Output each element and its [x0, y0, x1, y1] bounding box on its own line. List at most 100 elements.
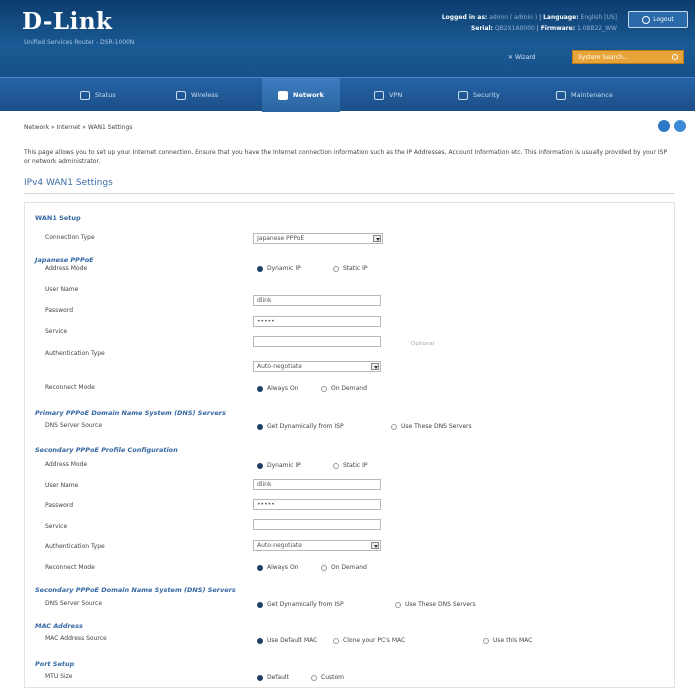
secondary-password-input[interactable]: •••••	[253, 499, 381, 510]
nav-vpn[interactable]: VPN	[374, 78, 402, 112]
radio-label: On Demand	[331, 385, 367, 392]
service-optional-hint: Optional	[411, 341, 435, 347]
auth-type-select[interactable]: Auto-negotiate	[253, 361, 381, 372]
mtu-custom-radio[interactable]: Custom	[311, 674, 344, 681]
nav-status[interactable]: Status	[80, 78, 116, 112]
radio-label: Use Default MAC	[267, 637, 318, 644]
wizard-label: Wizard	[514, 54, 536, 61]
connection-type-select[interactable]: Japanese PPPoE	[253, 233, 383, 244]
search-icon[interactable]	[672, 54, 678, 60]
reconnect-on-demand-radio[interactable]: On Demand	[321, 385, 367, 392]
secondary-profile-heading: Secondary PPPoE Profile Configuration	[35, 446, 178, 454]
firmware-value: 1.08B22_WW	[577, 25, 617, 32]
mtu-default-radio[interactable]: Default	[257, 674, 289, 681]
logged-in-label: Logged in as:	[441, 14, 488, 21]
main-nav: Status Wireless Network VPN Security Mai…	[0, 77, 695, 112]
help-icons	[658, 120, 686, 132]
breadcrumb[interactable]: Network » Internet » WAN1 Settings	[24, 124, 132, 131]
auth-type-value: Auto-negotiate	[257, 363, 302, 370]
page-intro: This page allows you to set up your Inte…	[24, 149, 668, 165]
search-placeholder: System Search...	[578, 54, 629, 61]
mac-custom-radio[interactable]: Use this MAC	[483, 637, 532, 644]
radio-selected-icon	[257, 637, 263, 644]
nav-wireless[interactable]: Wireless	[176, 78, 218, 112]
radio-unselected-icon	[321, 385, 327, 392]
secondary-auth-type-label: Authentication Type	[45, 543, 105, 550]
secondary-dynamic-radio[interactable]: Dynamic IP	[257, 462, 301, 469]
gear-icon	[556, 90, 566, 100]
radio-selected-icon	[257, 385, 263, 392]
reconnect-mode-label: Reconnect Mode	[45, 384, 95, 391]
service-input[interactable]	[253, 336, 381, 347]
radio-selected-icon	[257, 265, 263, 272]
secondary-service-label: Service	[45, 523, 68, 530]
wizard-link[interactable]: ✕ Wizard	[508, 54, 535, 61]
primary-dns-heading: Primary PPPoE Domain Name System (DNS) S…	[35, 409, 226, 417]
user-name-input[interactable]: dlink	[253, 295, 381, 306]
power-icon	[642, 15, 651, 24]
nav-security[interactable]: Security	[458, 78, 500, 112]
radio-label: Get Dynamically from ISP	[267, 423, 344, 430]
language-selector[interactable]: English [US]	[581, 14, 617, 21]
secondary-service-input[interactable]	[253, 519, 381, 530]
secondary-always-on-radio[interactable]: Always On	[257, 564, 298, 571]
radio-selected-icon	[257, 423, 263, 430]
nav-security-label: Security	[473, 91, 500, 99]
radio-selected-icon	[257, 674, 263, 681]
serial-label: Serial:	[471, 25, 493, 32]
radio-unselected-icon	[391, 423, 397, 430]
header-device-info: Serial: QB2X1A0000 | Firmware: 1.08B22_W…	[471, 25, 617, 32]
address-mode-dynamic-radio[interactable]: Dynamic IP	[257, 265, 301, 272]
secondary-static-radio[interactable]: Static IP	[333, 462, 367, 469]
nav-status-label: Status	[95, 91, 116, 99]
secondary-on-demand-radio[interactable]: On Demand	[321, 564, 367, 571]
user-name-label: User Name	[45, 286, 79, 293]
radio-selected-icon	[257, 601, 263, 608]
app-header: D-Link Unified Services Router - DSR-100…	[0, 0, 695, 77]
reconnect-always-on-radio[interactable]: Always On	[257, 385, 298, 392]
radio-unselected-icon	[333, 637, 339, 644]
radio-selected-icon	[257, 564, 263, 571]
radio-label: Always On	[267, 385, 299, 392]
address-mode-static-radio[interactable]: Static IP	[333, 265, 367, 272]
radio-label: Default	[267, 674, 289, 681]
chevron-down-icon	[373, 235, 381, 242]
service-label: Service	[45, 328, 68, 335]
primary-dns-isp-radio[interactable]: Get Dynamically from ISP	[257, 423, 344, 430]
password-input[interactable]: •••••	[253, 316, 381, 327]
secondary-user-name-input[interactable]: dlink	[253, 479, 381, 490]
radio-label: Custom	[321, 674, 344, 681]
secondary-auth-type-value: Auto-negotiate	[257, 542, 302, 549]
system-search-input[interactable]: System Search...	[572, 50, 684, 64]
wifi-icon	[176, 90, 186, 100]
secondary-auth-type-select[interactable]: Auto-negotiate	[253, 540, 381, 551]
radio-label: On Demand	[331, 564, 367, 571]
primary-dns-custom-radio[interactable]: Use These DNS Servers	[391, 423, 472, 430]
logout-label: Logout	[653, 16, 674, 23]
nav-maintenance[interactable]: Maintenance	[556, 78, 613, 112]
mac-clone-radio[interactable]: Clone your PC's MAC	[333, 637, 405, 644]
mac-default-radio[interactable]: Use Default MAC	[257, 637, 317, 644]
mtu-size-label: MTU Size	[45, 673, 73, 680]
secondary-dns-custom-radio[interactable]: Use These DNS Servers	[395, 601, 476, 608]
nav-network[interactable]: Network	[262, 78, 340, 112]
radio-unselected-icon	[483, 637, 489, 644]
help-icon[interactable]	[658, 120, 670, 132]
logout-button[interactable]: Logout	[628, 11, 688, 28]
network-icon	[278, 90, 288, 100]
page-title: IPv4 WAN1 Settings	[24, 178, 113, 188]
refresh-icon[interactable]	[674, 120, 686, 132]
radio-unselected-icon	[311, 674, 317, 681]
lock-icon	[458, 90, 468, 100]
radio-label: Clone your PC's MAC	[343, 637, 406, 644]
secondary-address-mode-label: Address Mode	[45, 461, 88, 468]
radio-unselected-icon	[333, 265, 339, 272]
radio-label: Dynamic IP	[267, 462, 301, 469]
secondary-dns-isp-radio[interactable]: Get Dynamically from ISP	[257, 601, 344, 608]
auth-type-label: Authentication Type	[45, 350, 105, 357]
secondary-password-label: Password	[45, 502, 74, 509]
japanese-pppoe-heading: Japanese PPPoE	[35, 256, 94, 264]
secondary-dns-heading: Secondary PPPoE Domain Name System (DNS)…	[35, 586, 236, 594]
cloud-icon	[374, 90, 384, 100]
radio-unselected-icon	[321, 564, 327, 571]
